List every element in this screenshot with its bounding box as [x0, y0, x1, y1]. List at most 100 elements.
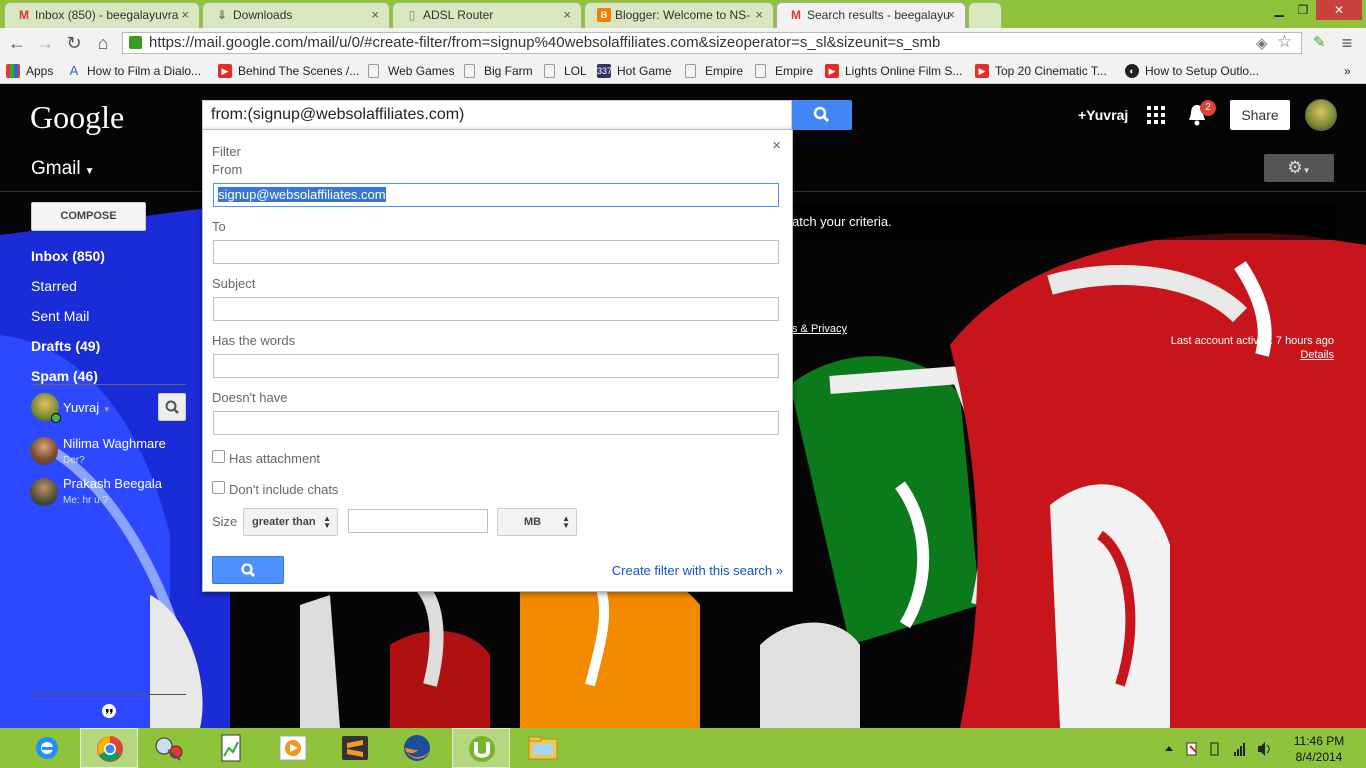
caret-down-icon: ▼ [1302, 166, 1311, 175]
settings-button[interactable]: ⚙▼ [1264, 154, 1334, 182]
to-label: To [212, 219, 226, 234]
forward-icon[interactable]: → [34, 32, 56, 54]
contact-name[interactable]: Nilima Waghmare [63, 436, 166, 451]
details-link[interactable]: Details [1280, 349, 1334, 361]
has-words-label: Has the words [212, 333, 296, 348]
apps-grid-icon[interactable] [1146, 105, 1166, 125]
bookmark-item[interactable]: ▶ Lights Online Film S... [825, 62, 962, 80]
folder-icon [528, 736, 558, 760]
to-field[interactable] [213, 240, 779, 264]
extension-icon[interactable]: ✎ [1313, 33, 1326, 51]
has-attachment-checkbox[interactable] [212, 450, 225, 463]
internet-explorer-taskbar-button[interactable] [18, 728, 76, 768]
close-icon[interactable]: × [755, 7, 763, 22]
chrome-taskbar-button[interactable] [80, 728, 138, 768]
size-value-input[interactable] [348, 509, 488, 533]
clock[interactable]: 11:46 PM 8/4/2014 [1284, 733, 1354, 765]
bookmark-item[interactable]: ▶ Behind The Scenes /... [218, 62, 359, 80]
restore-icon[interactable]: ❐ [1292, 0, 1314, 20]
has-attachment-label[interactable]: Has attachment [229, 451, 320, 466]
firefox-taskbar-button[interactable] [388, 728, 446, 768]
account-avatar[interactable] [1305, 99, 1337, 131]
share-button[interactable]: Share [1230, 100, 1290, 130]
contact-status: Der? [63, 455, 85, 466]
reload-icon[interactable]: ↻ [63, 32, 85, 54]
filter-search-button[interactable] [212, 556, 284, 584]
page-icon [544, 64, 555, 78]
bookmark-item[interactable]: ▶ Top 20 Cinematic T... [975, 62, 1107, 80]
google-logo[interactable]: Google [30, 99, 124, 136]
bookmark-item[interactable]: Empire [685, 62, 743, 80]
search-input[interactable]: from:(signup@websolaffiliates.com) [202, 100, 792, 130]
user-profile-link[interactable]: +Yuvraj [1078, 107, 1128, 123]
tab-adsl-router[interactable]: ▯ ADSL Router × [392, 2, 582, 28]
close-icon[interactable]: × [181, 7, 189, 22]
tab-title: Blogger: Welcome to NS- [615, 8, 751, 22]
bookmark-apps[interactable]: Apps [6, 62, 53, 80]
address-bar[interactable]: https://mail.google.com/mail/u/0/#create… [122, 32, 1302, 54]
terms-privacy-link[interactable]: s & Privacy [792, 323, 847, 335]
snipping-tool-taskbar-button[interactable] [142, 728, 200, 768]
contact-name[interactable]: Prakash Beegala [63, 476, 162, 491]
menu-icon[interactable]: ≡ [1336, 32, 1358, 54]
search-notice-bar: atch your criteria. [792, 203, 1336, 240]
nav-drafts[interactable]: Drafts (49) [31, 338, 100, 354]
close-icon[interactable]: × [947, 7, 955, 22]
nav-starred[interactable]: Starred [31, 278, 77, 294]
dont-include-chats-checkbox[interactable] [212, 481, 225, 494]
tab-title: ADSL Router [423, 8, 494, 22]
bookmark-item[interactable]: LOL [544, 62, 587, 80]
hangouts-icon[interactable] [101, 704, 117, 720]
contact-avatar[interactable] [30, 478, 58, 506]
close-icon[interactable]: × [563, 7, 571, 22]
close-window-icon[interactable]: ✕ [1316, 0, 1362, 20]
utorrent-taskbar-button[interactable] [452, 728, 510, 768]
nav-inbox[interactable]: Inbox (850) [31, 248, 105, 264]
bookmark-item[interactable]: Web Games [368, 62, 454, 80]
youtube-icon: ▶ [975, 64, 989, 78]
blogger-icon: B [597, 8, 611, 22]
chat-search-button[interactable] [158, 393, 186, 421]
from-field[interactable]: signup@websolaffiliates.com [213, 183, 779, 207]
search-button[interactable] [792, 100, 852, 130]
has-words-field[interactable] [213, 354, 779, 378]
nav-sent-mail[interactable]: Sent Mail [31, 308, 89, 324]
media-player-taskbar-button[interactable] [264, 728, 322, 768]
close-icon[interactable]: × [371, 7, 379, 22]
bookmark-item[interactable]: ◐ How to Setup Outlo... [1125, 62, 1259, 80]
tab-blogger[interactable]: B Blogger: Welcome to NS- × [584, 2, 774, 28]
chat-self-avatar[interactable] [31, 393, 61, 423]
bookmark-star-icon[interactable]: ☆ [1277, 32, 1292, 52]
bookmark-item[interactable]: Empire [755, 62, 813, 80]
size-unit-select[interactable]: MB ▲ ▼ [497, 508, 577, 536]
file-explorer-taskbar-button[interactable] [514, 728, 572, 768]
tab-inbox[interactable]: M Inbox (850) - beegalayuvra × [4, 2, 200, 28]
contact-avatar[interactable] [30, 437, 58, 465]
notepad-taskbar-button[interactable] [204, 728, 262, 768]
create-filter-link[interactable]: Create filter with this search » [612, 563, 783, 578]
home-icon[interactable]: ⌂ [92, 32, 114, 54]
more-bookmarks-icon[interactable]: » [1340, 62, 1351, 80]
tab-search-results[interactable]: M Search results - beegalayu × [776, 2, 966, 28]
bookmark-item[interactable]: A How to Film a Dialo... [67, 62, 201, 80]
doesnt-have-field[interactable] [213, 411, 779, 435]
close-icon[interactable]: × [772, 137, 781, 154]
translate-icon[interactable]: ◈ [1256, 34, 1268, 52]
tab-downloads[interactable]: ⇓ Downloads × [202, 2, 390, 28]
chat-status-menu[interactable]: Yuvraj ▼ [63, 400, 111, 415]
dont-include-chats-label[interactable]: Don't include chats [229, 482, 338, 497]
back-icon[interactable]: ← [6, 32, 28, 54]
bookmark-item[interactable]: Big Farm [464, 62, 533, 80]
search-icon [165, 400, 179, 414]
size-operator-select[interactable]: greater than ▲ ▼ [243, 508, 338, 536]
gmail-app-switcher[interactable]: Gmail ▼ [31, 158, 95, 180]
sublime-text-taskbar-button[interactable] [326, 728, 384, 768]
subject-field[interactable] [213, 297, 779, 321]
compose-button[interactable]: COMPOSE [31, 202, 146, 231]
subject-label: Subject [212, 276, 256, 291]
new-tab-button[interactable] [968, 2, 1002, 28]
nav-spam[interactable]: Spam (46) [31, 368, 98, 384]
contact-status: Me: hr u ? [63, 495, 109, 506]
bookmark-item[interactable]: 337 Hot Game [597, 62, 672, 80]
minimize-icon[interactable]: ▁ [1268, 0, 1290, 20]
